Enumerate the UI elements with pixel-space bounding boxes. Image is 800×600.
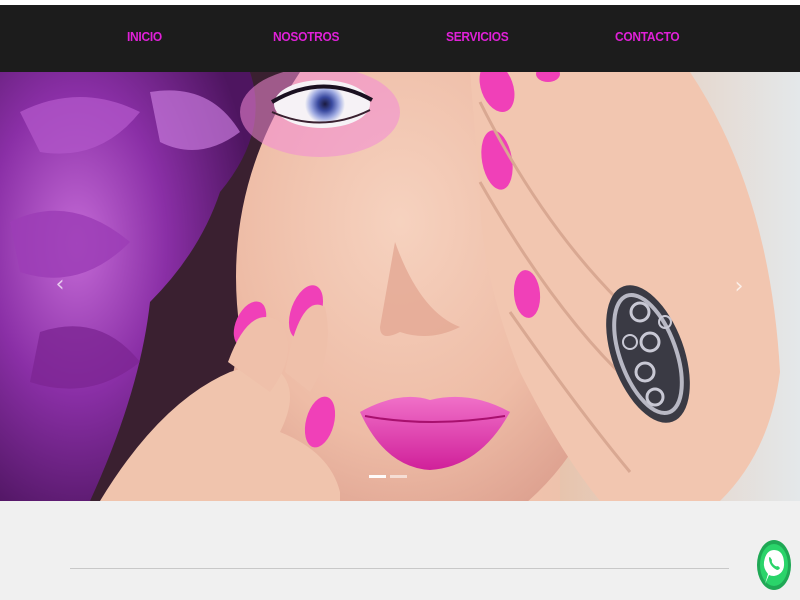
nav-link-nosotros[interactable]: NOSOTROS	[273, 29, 340, 44]
whatsapp-icon[interactable]	[755, 538, 793, 592]
nav-link-servicios[interactable]: SERVICIOS	[446, 29, 509, 44]
page: INICIO NOSOTROS SERVICIOS CONTACTO ‹ ›	[0, 0, 800, 600]
content-section	[0, 501, 800, 600]
slider-next-arrow-icon[interactable]: ›	[731, 272, 747, 302]
main-navbar: INICIO NOSOTROS SERVICIOS CONTACTO	[0, 5, 800, 72]
slider-dot-2[interactable]	[390, 475, 407, 478]
nav-link-inicio[interactable]: INICIO	[127, 29, 162, 44]
slider-dot-1[interactable]	[369, 475, 386, 478]
nav-link-contacto[interactable]: CONTACTO	[615, 29, 680, 44]
hero-slider[interactable]: ‹ ›	[0, 72, 800, 501]
hero-image	[0, 72, 800, 501]
section-divider	[70, 568, 729, 569]
slider-prev-arrow-icon[interactable]: ‹	[52, 270, 68, 300]
